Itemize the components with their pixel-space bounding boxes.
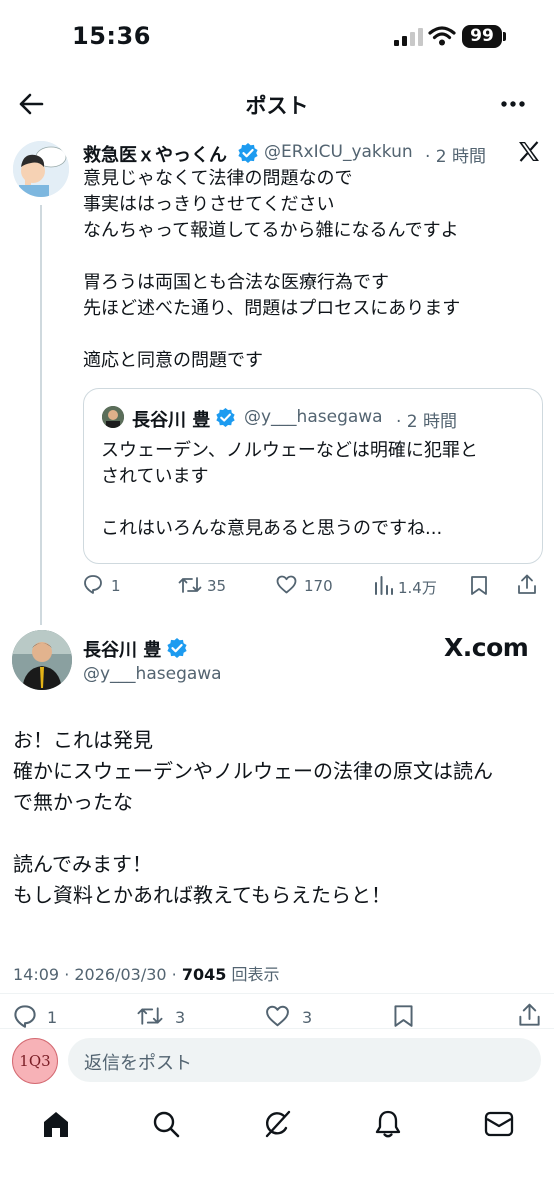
search-icon [153,1111,180,1138]
signal-icon [394,28,424,46]
reply-repost-button[interactable] [136,1005,164,1027]
grok-icon [265,1110,291,1138]
reply-like-button[interactable] [265,1005,290,1027]
reply-repost-count: 3 [175,1008,186,1027]
quote-author-handle: @y___hasegawa [244,407,383,427]
reply-like-count: 3 [302,1008,313,1027]
divider [0,993,554,994]
reply-meta: 14:09 · 2026/03/30 · 7045 回表示 [13,961,279,985]
mail-icon [484,1111,514,1137]
quote-time: · 2 時間 [396,412,458,432]
status-time: 15:36 [72,22,151,50]
reply-text: お！これは発見 確かにスウェーデンやノルウェーの法律の原文は読ん で無かったな … [13,728,493,907]
repost-icon [178,577,202,593]
repost-icon [137,1007,163,1025]
composer-avatar-text: 1Q3 [19,1052,51,1070]
verified-badge-icon [166,637,188,659]
quote-text: スウェーデン、ノルウェーなどは明確に犯罪と されています これはいろんな意見ある… [101,440,478,539]
share-button[interactable] [517,574,537,595]
post-text: 意見じゃなくて法律の問題なので 事実ははっきりさせてください なんちゃって報道し… [83,168,461,371]
share-icon [519,1003,540,1026]
reply-icon [84,575,102,594]
bell-icon [375,1110,401,1138]
battery-indicator: 99 [462,25,502,48]
views-button[interactable] [374,575,394,595]
more-button[interactable] [500,100,526,108]
author-avatar[interactable] [13,141,69,197]
verified-badge-icon [237,142,259,164]
reply-views-count: 7045 [181,965,227,984]
page-title: ポスト [245,94,309,118]
heart-icon [276,575,297,594]
repost-button[interactable] [178,575,202,595]
wifi-icon [428,26,456,46]
x-logo-icon [518,141,540,162]
reply-input-placeholder: 返信をポスト [84,1053,192,1074]
bookmark-icon [394,1005,413,1027]
reply-author-avatar[interactable] [12,630,72,690]
bookmark-icon [471,576,487,595]
reply-reply-button[interactable] [13,1004,37,1028]
share-icon [518,574,536,594]
quote-author-name: 長谷川 豊 [132,410,211,431]
quote-avatar [102,406,124,428]
reply-timestamp: 14:09 · 2026/03/30 · [13,965,182,984]
reply-count: 1 [111,577,121,595]
divider [0,1028,554,1029]
heart-icon [266,1005,289,1027]
reply-author-handle[interactable]: @y___hasegawa [83,664,222,684]
reply-bookmark-button[interactable] [393,1004,414,1027]
battery-tip [503,32,506,41]
bookmark-button[interactable] [470,575,488,595]
reply-icon [14,1005,36,1028]
reply-author-name[interactable]: 長谷川 豊 [83,636,161,662]
nav-home[interactable] [41,1110,71,1138]
views-icon [375,576,393,595]
more-icon [501,101,525,107]
nav-messages[interactable] [484,1111,514,1137]
nav-grok[interactable] [262,1109,292,1139]
reply-reply-count: 1 [47,1008,58,1027]
reply-button[interactable] [83,574,103,594]
views-count: 1.4万 [398,579,437,597]
like-count: 170 [304,577,333,595]
author-name[interactable]: 救急医ｘやっくん [83,141,227,167]
nav-search[interactable] [152,1110,180,1138]
reply-views-label: 回表示 [226,965,280,984]
nav-notifications[interactable] [374,1109,402,1139]
home-icon [44,1112,68,1137]
repost-count: 35 [207,577,227,595]
post-time: · 2 時間 [425,147,487,167]
verified-badge-icon [215,407,236,428]
thread-line [40,205,42,625]
x-com-watermark: X.com [444,633,529,662]
like-button[interactable] [276,575,297,594]
reply-share-button[interactable] [518,1003,541,1027]
composer-avatar[interactable]: 1Q3 [12,1038,58,1084]
author-handle[interactable]: @ERxICU_yakkun [264,142,413,162]
